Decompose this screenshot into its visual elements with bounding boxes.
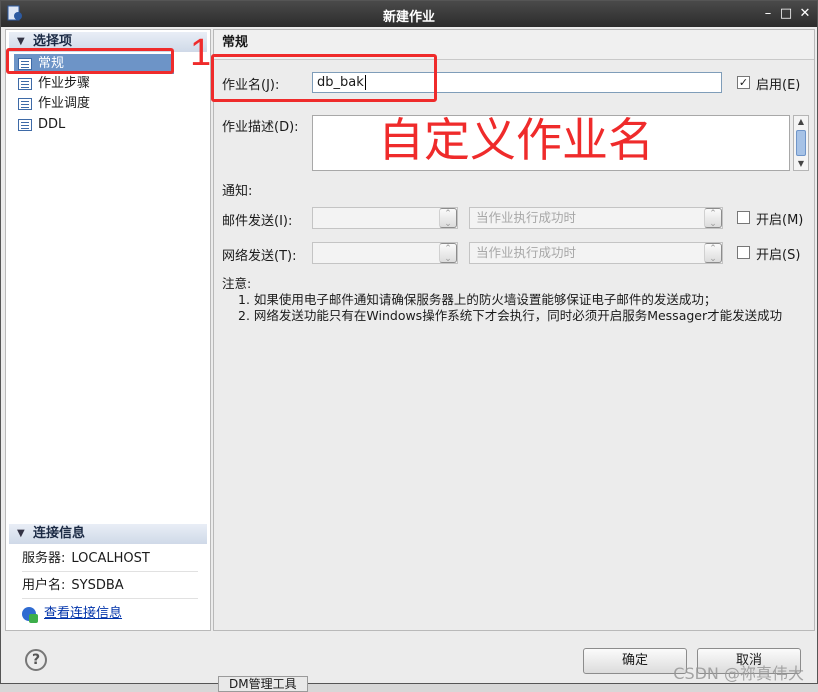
connection-header-label: 连接信息 [33,526,86,541]
title-bar: 新建作业 – □ ✕ [1,1,817,27]
net-enable-checkbox[interactable] [737,246,750,259]
net-enable-label: 开启(S) [756,248,801,263]
options-header-label: 选择项 [33,34,73,49]
annotation-box-job-name [211,54,437,102]
scroll-thumb[interactable] [796,130,806,156]
close-button[interactable]: ✕ [796,4,814,24]
annotation-step-number: 1 [190,32,212,74]
watermark: CSDN @祢真伟大 [673,664,804,683]
ok-button[interactable]: 确定 [583,648,687,674]
scroll-up-icon[interactable]: ▲ [794,116,808,128]
options-pane: ▼ 选择项 常规 作业步骤 作业调度 DDL ▼ 连接信息 服务器: LOCALH… [5,29,211,631]
spinner-arrows-icon: ⌃ ⌄ [704,208,722,229]
taskbar [0,684,818,692]
note-line: 2. 网络发送功能只有在Windows操作系统下才会执行，同时必须开启服务Mes… [238,308,783,323]
help-icon[interactable]: ? [25,649,47,671]
server-value: LOCALHOST [71,551,150,566]
maximize-button[interactable]: □ [777,4,795,24]
net-recipient-select[interactable]: ⌃ ⌄ [312,242,458,264]
mail-send-label: 邮件发送(I): [222,214,293,229]
scroll-down-icon[interactable]: ▼ [794,158,808,170]
mail-enable-label: 开启(M) [756,213,804,228]
server-label: 服务器: [22,551,66,566]
note-title: 注意: [222,276,252,291]
connection-icon [22,607,38,623]
mail-condition-select[interactable]: 当作业执行成功时 ⌃ ⌄ [469,207,723,229]
annotation-box-general [6,48,174,74]
server-row: 服务器: LOCALHOST [22,546,198,572]
mail-condition-value: 当作业执行成功时 [476,210,577,225]
enable-label: 启用(E) [756,78,801,93]
note-block: 注意: 1. 如果使用电子邮件通知请确保服务器上的防火墙设置能够保证电子邮件的发… [222,276,782,324]
job-description-label: 作业描述(D): [222,120,299,135]
note-line: 1. 如果使用电子邮件通知请确保服务器上的防火墙设置能够保证电子邮件的发送成功； [238,292,717,307]
view-connection-link[interactable]: 查看连接信息 [22,604,122,624]
nav-item-label: 作业调度 [38,96,91,111]
nav-item-label: 作业步骤 [38,76,91,91]
spinner-arrows-icon: ⌃ ⌄ [704,243,722,264]
description-scrollbar[interactable]: ▲ ▼ [793,115,809,171]
user-row: 用户名: SYSDBA [22,573,198,599]
user-value: SYSDBA [71,578,124,593]
minimize-button[interactable]: – [759,4,777,24]
mail-recipient-select[interactable]: ⌃ ⌄ [312,207,458,229]
list-icon [18,119,32,131]
nav-item-job-steps[interactable]: 作业步骤 [14,74,174,94]
net-send-label: 网络发送(T): [222,249,297,264]
new-job-dialog: 新建作业 – □ ✕ ▼ 选择项 常规 作业步骤 作业调度 DDL ▼ 连接信息 [0,0,818,684]
annotation-caption: 自定义作业名 [378,113,654,167]
taskbar-tab[interactable]: DM管理工具 [218,676,308,692]
window-title: 新建作业 [382,10,435,25]
spinner-arrows-icon: ⌃ ⌄ [439,243,457,264]
list-icon [18,98,32,110]
mail-enable-checkbox[interactable] [737,211,750,224]
spinner-arrows-icon: ⌃ ⌄ [439,208,457,229]
nav-item-ddl[interactable]: DDL [14,115,174,135]
notify-label: 通知: [222,184,253,199]
net-condition-select[interactable]: 当作业执行成功时 ⌃ ⌄ [469,242,723,264]
view-connection-label: 查看连接信息 [44,606,123,621]
list-icon [18,78,32,90]
user-label: 用户名: [22,578,66,593]
net-condition-value: 当作业执行成功时 [476,245,577,260]
collapse-triangle-icon: ▼ [17,528,25,539]
nav-item-label: DDL [38,117,66,132]
enable-checkbox[interactable]: ✓ [737,76,750,89]
connection-section-header[interactable]: ▼ 连接信息 [9,524,207,544]
nav-item-job-schedule[interactable]: 作业调度 [14,94,174,114]
